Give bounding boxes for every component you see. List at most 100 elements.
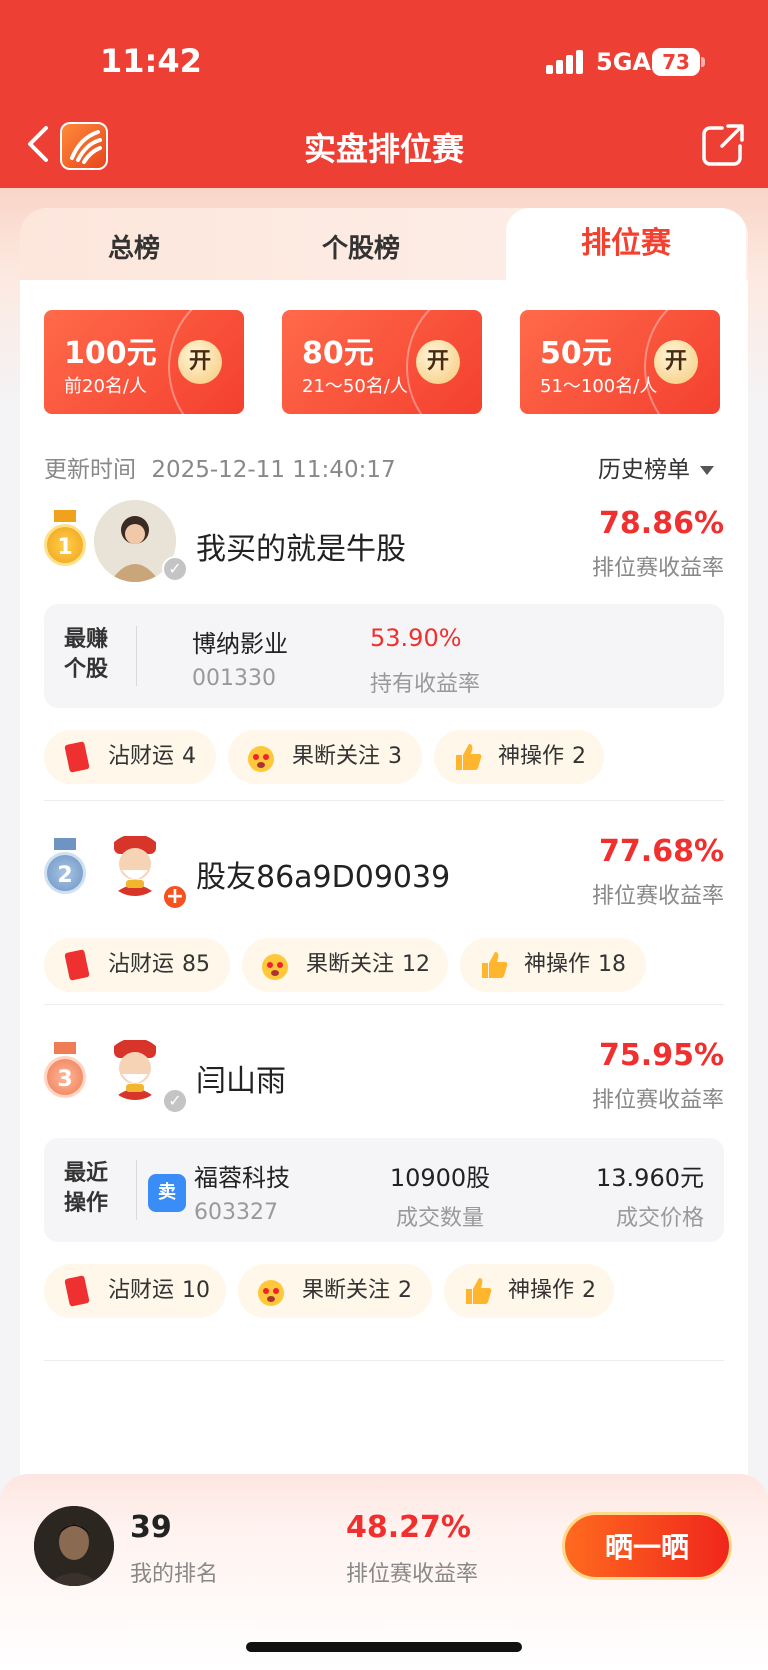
reward-range: 前20名/人	[64, 376, 147, 397]
reaction-luck[interactable]: 沾财运 85	[44, 938, 230, 992]
verified-icon: ✓	[162, 1088, 188, 1114]
user-name[interactable]: 闫山雨	[196, 1056, 286, 1100]
excited-face-icon	[258, 1280, 284, 1306]
stock-code: 001330	[192, 666, 276, 691]
recent-trade-panel[interactable]: 最近操作 卖 福蓉科技 603327 10900股 成交数量 13.960元 成…	[44, 1138, 724, 1242]
entry-divider	[44, 800, 724, 801]
battery-tip	[701, 57, 705, 67]
detail-divider	[136, 626, 137, 686]
signal-icon	[546, 50, 586, 74]
reaction-follow[interactable]: 果断关注 12	[242, 938, 448, 992]
reaction-label: 神操作	[524, 952, 591, 977]
entry-divider	[44, 1004, 724, 1005]
tab-overall[interactable]: 总榜	[108, 228, 160, 265]
rate-label: 排位赛收益率	[591, 556, 724, 581]
home-indicator	[246, 1642, 522, 1652]
reaction-count: 3	[388, 744, 403, 769]
medal-ribbon	[54, 1042, 76, 1054]
reward-amount: 50元	[540, 336, 612, 371]
thumbs-up-icon	[456, 744, 482, 770]
detail-tag: 最近操作	[64, 1160, 109, 1216]
my-rank-bar: 39 我的排名 48.27% 排位赛收益率 晒一晒	[0, 1474, 768, 1670]
reaction-count: 2	[582, 1278, 597, 1303]
battery-icon: 73	[652, 48, 700, 76]
user-name[interactable]: 股友86a9D09039	[196, 852, 450, 896]
reaction-great-move[interactable]: 神操作 18	[460, 938, 646, 992]
user-name[interactable]: 我买的就是牛股	[196, 524, 406, 568]
tab-stocks[interactable]: 个股榜	[322, 228, 400, 265]
tab-content: 100元 前20名/人 开 80元 21～50名/人 开 50元 51～100名…	[20, 280, 748, 1670]
verified-icon: ✓	[162, 556, 188, 582]
share-icon[interactable]	[700, 122, 746, 168]
reward-card[interactable]: 100元 前20名/人 开	[44, 310, 244, 414]
caret-down-icon	[700, 466, 714, 475]
excited-face-icon	[262, 954, 288, 980]
medal-ribbon	[54, 510, 76, 522]
open-button[interactable]: 开	[416, 340, 460, 384]
tab-bar: 总榜 个股榜 排位赛	[20, 208, 748, 284]
my-rank-label: 我的排名	[130, 1562, 219, 1587]
status-time: 11:42	[100, 42, 202, 80]
open-button[interactable]: 开	[178, 340, 222, 384]
rank-rate: 75.95%	[599, 1038, 724, 1073]
history-label: 历史榜单	[598, 457, 690, 483]
thumbs-up-icon	[482, 952, 508, 978]
medal-ribbon	[54, 838, 76, 850]
tab-ranking[interactable]: 排位赛	[506, 208, 746, 284]
stock-name: 博纳影业	[192, 630, 288, 658]
reaction-label: 沾财运	[108, 952, 175, 977]
thumbs-up-icon	[466, 1278, 492, 1304]
rate-label: 排位赛收益率	[591, 884, 724, 909]
my-rate: 48.27%	[346, 1510, 471, 1545]
show-off-button[interactable]: 晒一晒	[562, 1512, 732, 1580]
trade-price-label: 成交价格	[615, 1206, 704, 1231]
reaction-luck[interactable]: 沾财运 4	[44, 730, 216, 784]
reward-range: 51～100名/人	[540, 376, 658, 397]
stock-code: 603327	[194, 1200, 278, 1225]
reward-range: 21～50名/人	[302, 376, 408, 397]
top-stock-panel[interactable]: 最赚个股 博纳影业 001330 53.90% 持有收益率	[44, 604, 724, 708]
reward-card[interactable]: 50元 51～100名/人 开	[520, 310, 720, 414]
update-label: 更新时间	[44, 457, 136, 483]
rank-rate: 78.86%	[599, 506, 724, 541]
reaction-label: 沾财运	[108, 1278, 175, 1303]
sell-badge: 卖	[148, 1174, 186, 1212]
reaction-follow[interactable]: 果断关注 3	[228, 730, 422, 784]
stock-name: 福蓉科技	[194, 1164, 290, 1192]
reaction-follow[interactable]: 果断关注 2	[238, 1264, 432, 1318]
reaction-label: 果断关注	[292, 744, 381, 769]
follow-plus-icon[interactable]: +	[162, 884, 188, 910]
holding-return: 53.90%	[370, 624, 462, 652]
reward-card[interactable]: 80元 21～50名/人 开	[282, 310, 482, 414]
red-envelope-icon	[64, 949, 90, 981]
detail-tag: 最赚个股	[64, 626, 109, 682]
entry-divider	[44, 1360, 724, 1361]
open-button[interactable]: 开	[654, 340, 698, 384]
reaction-label: 沾财运	[108, 744, 175, 769]
reward-amount: 100元	[64, 336, 157, 371]
leaderboard-card: 总榜 个股榜 排位赛 100元 前20名/人 开 80元 21～50名/人 开 …	[20, 208, 748, 1670]
avatar[interactable]	[104, 1038, 166, 1100]
trade-quantity-label: 成交数量	[395, 1206, 484, 1231]
trade-price: 13.960元	[596, 1164, 704, 1192]
avatar[interactable]	[104, 834, 166, 896]
reaction-label: 果断关注	[302, 1278, 391, 1303]
reaction-count: 18	[598, 952, 627, 977]
reaction-great-move[interactable]: 神操作 2	[444, 1264, 614, 1318]
trade-quantity: 10900股	[389, 1164, 491, 1192]
reaction-label: 神操作	[498, 744, 565, 769]
page-title: 实盘排位赛	[303, 130, 464, 168]
update-time: 更新时间 2025-12-11 11:40:17	[44, 450, 396, 484]
history-dropdown[interactable]: 历史榜单	[598, 450, 714, 484]
reaction-count: 2	[572, 744, 587, 769]
reaction-count: 10	[182, 1278, 211, 1303]
my-avatar[interactable]	[34, 1506, 114, 1586]
reaction-luck[interactable]: 沾财运 10	[44, 1264, 226, 1318]
network-type: 5GA	[596, 48, 651, 76]
my-rate-label: 排位赛收益率	[346, 1562, 479, 1587]
reaction-count: 12	[402, 952, 431, 977]
rank-medal: 1	[44, 524, 86, 566]
reward-amount: 80元	[302, 336, 374, 371]
my-rank: 39	[130, 1510, 172, 1545]
reaction-great-move[interactable]: 神操作 2	[434, 730, 604, 784]
